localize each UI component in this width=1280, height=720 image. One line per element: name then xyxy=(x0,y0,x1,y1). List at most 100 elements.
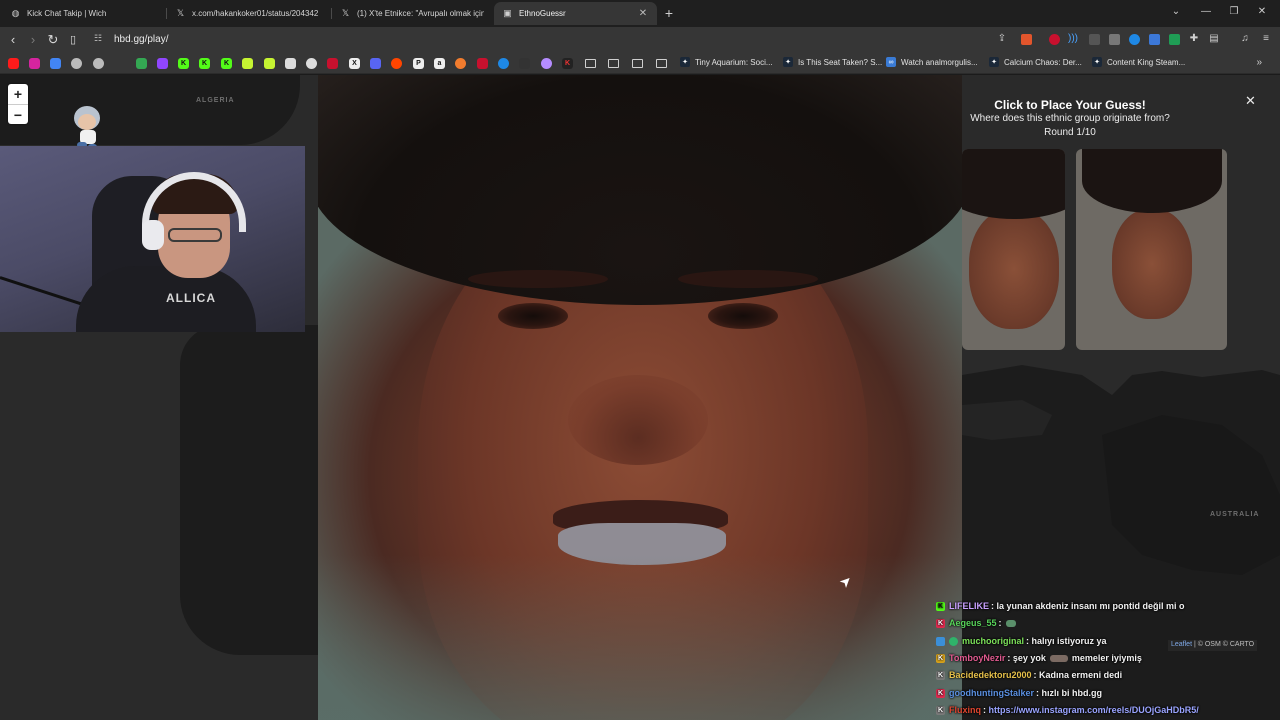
folder-icon[interactable] xyxy=(608,59,619,68)
anchor-icon[interactable] xyxy=(285,58,296,69)
navigation-bar: ‹ › ↻ ▯ ☷ hbd.gg/play/ ⇪ ))) ✚ ▤ ♫ ≡ xyxy=(0,27,1280,53)
map-zoom-control: + − xyxy=(8,84,28,124)
chat-link[interactable]: https://www.instagram.com/reels/DUOjGaHD… xyxy=(989,705,1199,715)
chat-username: Fluxinq xyxy=(949,705,981,715)
bookmark-tiny-aquarium[interactable]: ✦ Tiny Aquarium: Soci... xyxy=(680,57,773,67)
tab-search-chevron-icon[interactable]: ⌄ xyxy=(1169,6,1183,17)
youtube-icon[interactable] xyxy=(8,58,19,69)
media-control-icon[interactable]: ♫ xyxy=(1239,33,1251,45)
close-tab-icon[interactable]: ✕ xyxy=(637,8,649,19)
chat-text: : Kadına ermeni dedi xyxy=(1033,670,1123,680)
chat-text: : xyxy=(998,618,1002,628)
thumb-hair xyxy=(1081,149,1222,213)
discord-icon[interactable] xyxy=(370,58,381,69)
chat-text-body: halıyı istiyoruz ya xyxy=(1031,636,1107,646)
chat-text: : şey yok xyxy=(1007,653,1046,663)
extension-red-icon[interactable] xyxy=(1049,34,1060,45)
forward-icon[interactable]: › xyxy=(25,32,41,48)
x-logo-icon[interactable]: X xyxy=(349,58,360,69)
map-land xyxy=(180,325,318,655)
face-nose xyxy=(568,375,708,465)
folder-icon[interactable] xyxy=(656,59,667,68)
page-content: ALGERIA + − ALLICA AUSTRALIA Click to Pl… xyxy=(0,75,1280,720)
tab-x-etnikce[interactable]: 𝕏 (1) X'te Etnikce: "Avrupalı olmak için xyxy=(332,2,492,25)
steam-icon: ✦ xyxy=(783,57,793,67)
menu-icon[interactable]: ≡ xyxy=(1260,33,1272,45)
subscriber-badge-icon xyxy=(936,636,945,646)
minimize-icon[interactable]: — xyxy=(1199,6,1213,17)
close-window-icon[interactable]: ✕ xyxy=(1255,6,1269,17)
reference-face-male-thumb[interactable] xyxy=(962,149,1065,350)
bookmark-page-icon[interactable]: ▯ xyxy=(65,32,81,48)
bookmark-content-king[interactable]: ✦ Content King Steam... xyxy=(1092,57,1185,67)
tab-title: (1) X'te Etnikce: "Avrupalı olmak için xyxy=(357,9,484,18)
drive-icon[interactable] xyxy=(136,58,147,69)
bookmark-dark-red-icon[interactable] xyxy=(477,58,488,69)
bookmark-watch[interactable]: ∞ Watch analmorgulis... xyxy=(886,57,978,67)
extension-green-icon[interactable] xyxy=(264,58,275,69)
bookmark-red-icon[interactable] xyxy=(327,58,338,69)
reference-face-female-thumb[interactable] xyxy=(1076,149,1227,350)
mal-icon[interactable] xyxy=(519,58,530,69)
zoom-in-button[interactable]: + xyxy=(8,84,28,104)
bookmark-k-icon[interactable]: K xyxy=(562,58,573,69)
kick-icon[interactable]: K xyxy=(221,58,232,69)
kick-icon[interactable]: K xyxy=(199,58,210,69)
zoom-out-button[interactable]: − xyxy=(8,104,28,124)
robot-icon[interactable] xyxy=(306,58,317,69)
map-label-algeria: ALGERIA xyxy=(196,97,235,104)
bookmark-p-icon[interactable]: P xyxy=(413,58,424,69)
extension-gray-icon[interactable] xyxy=(1089,34,1100,45)
folder-icon[interactable] xyxy=(585,59,596,68)
instagram-icon[interactable] xyxy=(29,58,40,69)
steam-icon: ✦ xyxy=(989,57,999,67)
reddit-icon[interactable] xyxy=(391,58,402,69)
globe-icon[interactable] xyxy=(71,58,82,69)
twitch-icon[interactable] xyxy=(157,58,168,69)
more-bookmarks-icon[interactable]: » xyxy=(1256,57,1262,68)
share-icon[interactable]: ⇪ xyxy=(996,33,1008,45)
chat-overlay: K LIFELIKE : la yunan akdeniz insanı mı … xyxy=(936,580,1280,720)
kick-badge-icon: K xyxy=(936,618,945,628)
site-info-icon[interactable]: ☷ xyxy=(94,33,102,44)
tab-x-status[interactable]: 𝕏 x.com/hakankoker01/status/204342 xyxy=(167,2,332,25)
glasses xyxy=(168,228,222,242)
tab-ethnoguessr[interactable]: ▣ EthnoGuessr ✕ xyxy=(494,2,657,25)
sidebar-icon[interactable]: ▤ xyxy=(1208,33,1220,45)
kick-badge-icon: K xyxy=(936,653,945,663)
chat-text-body: şey yok xyxy=(1012,653,1046,663)
reload-icon[interactable]: ↻ xyxy=(45,32,61,48)
address-bar[interactable]: ☷ hbd.gg/play/ xyxy=(86,30,1016,50)
back-icon[interactable]: ‹ xyxy=(5,32,21,48)
ethnic-face-image xyxy=(318,75,962,720)
extension-blue-icon[interactable] xyxy=(1129,34,1140,45)
bookmark-calcium-chaos[interactable]: ✦ Calcium Chaos: Der... xyxy=(989,57,1082,67)
maximize-icon[interactable]: ❐ xyxy=(1227,6,1241,17)
steam-icon: ✦ xyxy=(680,57,690,67)
bookmark-purple-icon[interactable] xyxy=(541,58,552,69)
face-brow-left xyxy=(468,270,608,288)
bookmark-orange-icon[interactable] xyxy=(455,58,466,69)
globe-icon[interactable] xyxy=(93,58,104,69)
new-tab-plus-icon[interactable]: + xyxy=(662,5,676,21)
docs-icon[interactable] xyxy=(50,58,61,69)
chat-text: : halıyı istiyoruz ya xyxy=(1026,636,1107,646)
tab-kick-chat[interactable]: ◍ Kick Chat Takip | Wich xyxy=(2,2,167,25)
brave-shield-icon[interactable] xyxy=(1021,34,1032,45)
extension-sound-icon[interactable]: ))) xyxy=(1067,33,1079,45)
extension-excel-icon[interactable] xyxy=(1169,34,1180,45)
extension-green-icon[interactable] xyxy=(242,58,253,69)
extensions-puzzle-icon[interactable]: ✚ xyxy=(1188,33,1200,45)
bookmark-blue-icon[interactable] xyxy=(498,58,509,69)
extension-window-icon[interactable] xyxy=(1149,34,1160,45)
ethnoguessr-favicon: ▣ xyxy=(503,8,512,18)
map-land xyxy=(0,75,300,145)
amazon-icon[interactable]: a xyxy=(434,58,445,69)
close-panel-icon[interactable]: ✕ xyxy=(1245,93,1256,109)
bookmark-seat-taken[interactable]: ✦ Is This Seat Taken? S... xyxy=(783,57,882,67)
kick-icon[interactable]: K xyxy=(178,58,189,69)
tab-title: Kick Chat Takip | Wich xyxy=(27,9,107,18)
folder-icon[interactable] xyxy=(632,59,643,68)
chat-text-body: la yunan akdeniz insanı mı pontid değil … xyxy=(996,601,1185,611)
extension-translate-icon[interactable] xyxy=(1109,34,1120,45)
